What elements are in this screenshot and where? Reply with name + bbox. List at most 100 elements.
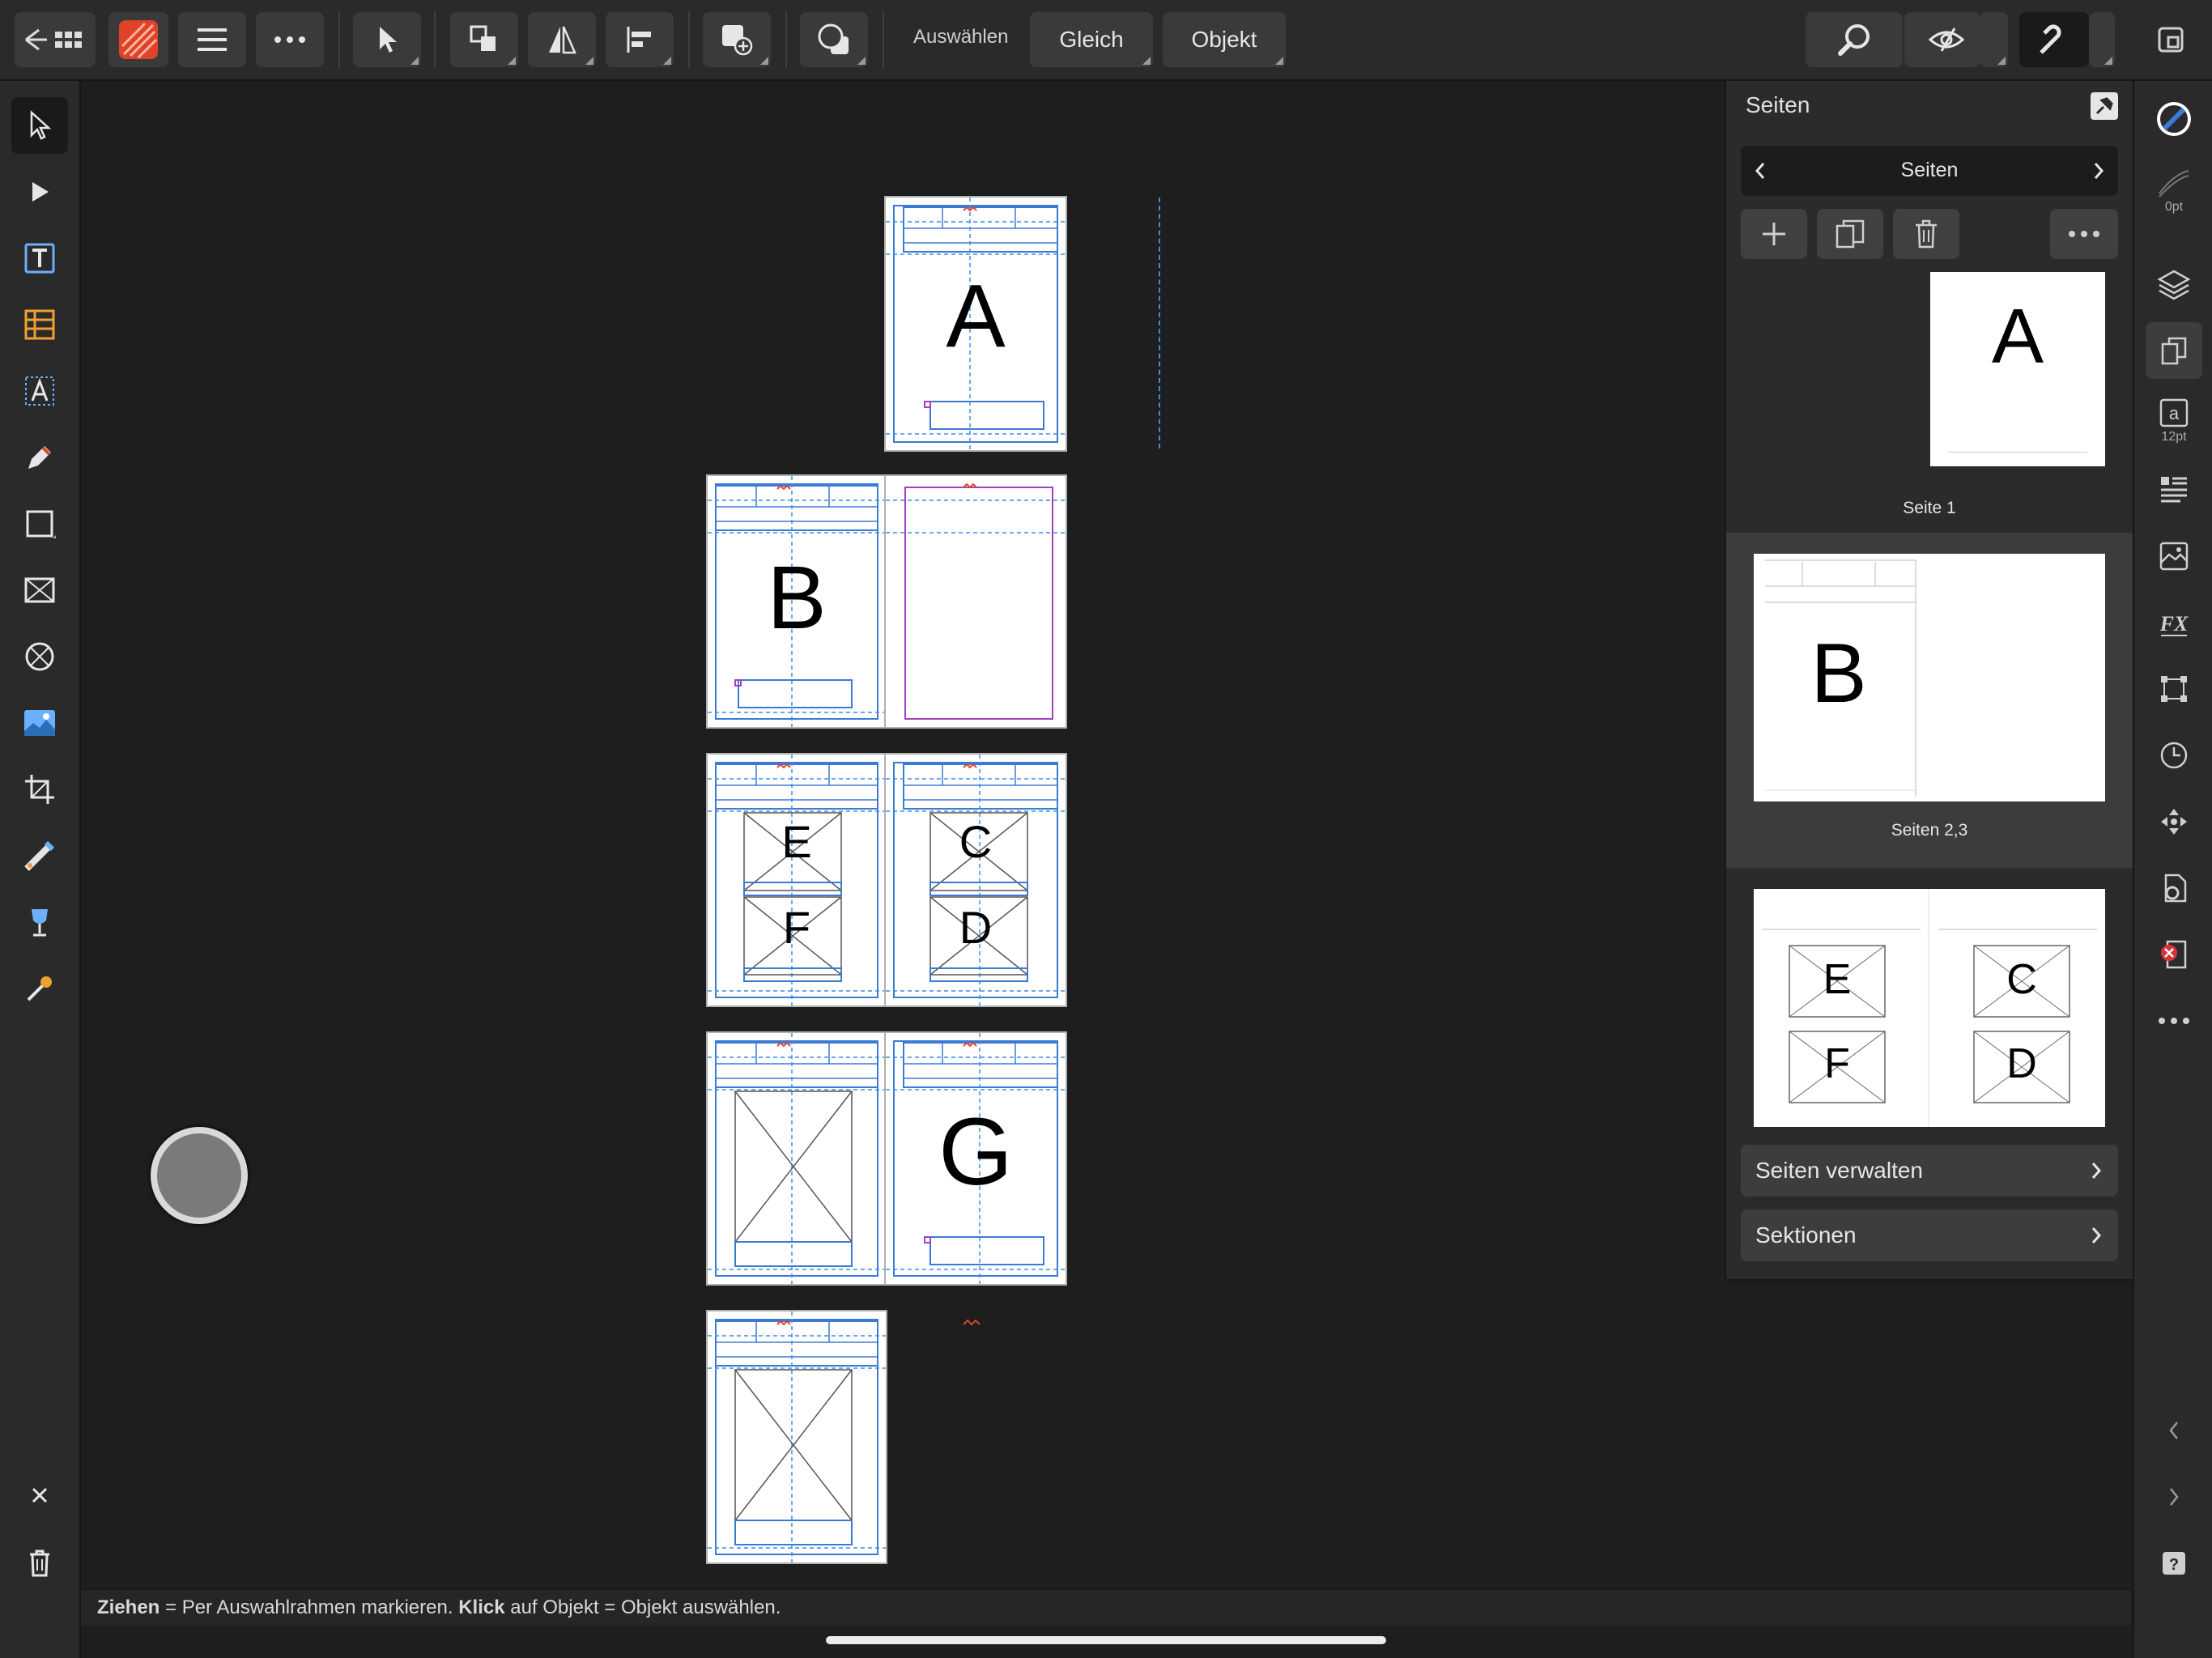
place-image-tool[interactable] [11,695,68,751]
collapse-right-button[interactable] [2146,1469,2202,1525]
status-click-text: auf Objekt = Objekt auswählen. [504,1596,781,1618]
snapping-button[interactable] [2019,12,2089,67]
status-bar: Ziehen = Per Auswahlrahmen markieren. Kl… [81,1588,2131,1626]
collapse-left-button[interactable] [2146,1402,2202,1459]
clock-icon [2160,742,2188,769]
rectangle-tool[interactable] [11,495,68,552]
node-tool[interactable] [11,164,68,220]
eye-hidden-icon [1928,28,1965,52]
move-tool-button[interactable] [353,12,421,67]
duplicate-page-button[interactable] [1817,209,1883,259]
page-label: Seite 1 [1903,499,1956,517]
align-button[interactable] [606,12,674,67]
preview-options-button[interactable] [1980,12,2008,67]
shapes-icon [818,23,849,54]
character-button[interactable]: a 12pt [2146,389,2202,453]
home-indicator[interactable] [826,1636,1386,1644]
help-button[interactable]: ? [2146,1535,2202,1592]
resource-button[interactable] [2146,528,2202,585]
status-click-word: Klick [458,1596,505,1618]
close-button[interactable] [11,1467,68,1524]
history-button[interactable] [2146,727,2202,784]
page-layout-lines [708,1312,886,1562]
preflight-errors-button[interactable] [2146,926,2202,983]
delete-button[interactable] [11,1535,68,1592]
navigator-button[interactable] [2146,793,2202,850]
insert-button[interactable] [703,12,771,67]
select-same-button[interactable]: Gleich [1030,12,1153,67]
magnet-icon [2040,24,2061,54]
page-nav-bar: Seiten [1741,146,2118,196]
arrange-button[interactable] [450,12,518,67]
window-toggle-button[interactable] [2157,26,2184,57]
stroke-button[interactable]: 0pt [2146,154,2202,227]
node-arrow-icon [32,182,49,202]
frame-text-tool[interactable] [11,230,68,287]
select-label: Auswählen [913,26,1009,48]
selected-spread-highlight[interactable]: B Seiten 2,3 [1726,533,2133,868]
color-button[interactable] [2146,91,2202,147]
picture-frame-tool[interactable] [11,562,68,619]
zoom-icon [1838,24,1870,56]
page-letter: B [767,548,827,648]
canvas-page-6[interactable] [706,1031,887,1286]
manage-pages-button[interactable]: Seiten verwalten [1741,1145,2118,1197]
align-left-icon [627,27,651,53]
paragraph-button[interactable] [2146,461,2202,518]
table-tool[interactable] [11,296,68,353]
page-options-button[interactable] [2050,209,2118,259]
snapping-options-button[interactable] [2089,12,2115,67]
crop-icon [25,775,54,804]
page-thumbnail-1[interactable]: A [1930,272,2105,466]
move-tool[interactable] [11,97,68,154]
pages-icon [2161,337,2187,365]
canvas-page-7[interactable]: G [884,1031,1067,1286]
more-studio-button[interactable] [2146,993,2202,1049]
image-icon [24,710,55,736]
ellipsis-icon [2159,1018,2189,1024]
layers-button[interactable] [2146,256,2202,312]
page-label: Seiten 2,3 [1891,821,1968,840]
crop-tool[interactable] [11,761,68,818]
canvas-page-2[interactable]: B [706,474,887,729]
flip-button[interactable] [528,12,596,67]
pages-studio-button[interactable] [2146,322,2202,379]
canvas-page-8[interactable] [706,1310,887,1564]
transform-button[interactable] [2146,661,2202,717]
color-picker-tool[interactable] [11,960,68,1017]
trash-icon [30,1550,49,1577]
pen-tool[interactable] [11,429,68,486]
effects-button[interactable]: FX [2146,594,2202,651]
chevron-right-icon[interactable] [2091,160,2107,181]
canvas-page-1[interactable]: A [884,196,1067,452]
duplicate-icon [1836,219,1865,249]
page-layout-lines [708,1033,886,1284]
preflight-settings-button[interactable] [2146,860,2202,916]
canvas-page-3[interactable] [884,474,1067,729]
menu-button[interactable] [178,12,246,67]
ellipse-frame-tool[interactable] [11,628,68,685]
delete-page-button[interactable] [1893,209,1959,259]
artistic-text-tool[interactable] [11,363,68,419]
boolean-ops-button[interactable] [800,12,868,67]
page-letter: E [781,816,812,867]
select-object-button[interactable]: Objekt [1163,12,1286,67]
canvas-page-5[interactable]: C D [884,753,1067,1007]
app-persona-button[interactable] [108,12,168,67]
pin-panel-button[interactable] [2091,92,2118,120]
transparency-tool[interactable] [11,894,68,950]
studio-strip: 0pt a 12pt FX ? [2133,81,2212,1658]
page-layout-lines [886,483,1066,720]
view-zoom-button[interactable] [1806,12,1903,67]
page-thumbnail-4-5[interactable]: E F C D [1754,889,2105,1127]
more-options-button[interactable] [256,12,324,67]
page-layout-lines [708,755,886,1005]
fill-tool[interactable] [11,827,68,884]
preview-mode-button[interactable] [1912,12,1980,67]
back-to-gallery-button[interactable] [15,12,96,67]
canvas-page-4[interactable]: E F [706,753,887,1007]
hover-modifier-button[interactable] [151,1127,248,1224]
add-page-button[interactable] [1741,209,1807,259]
thumbnail-letter: C [2006,956,2037,1003]
sections-button[interactable]: Sektionen [1741,1209,2118,1261]
